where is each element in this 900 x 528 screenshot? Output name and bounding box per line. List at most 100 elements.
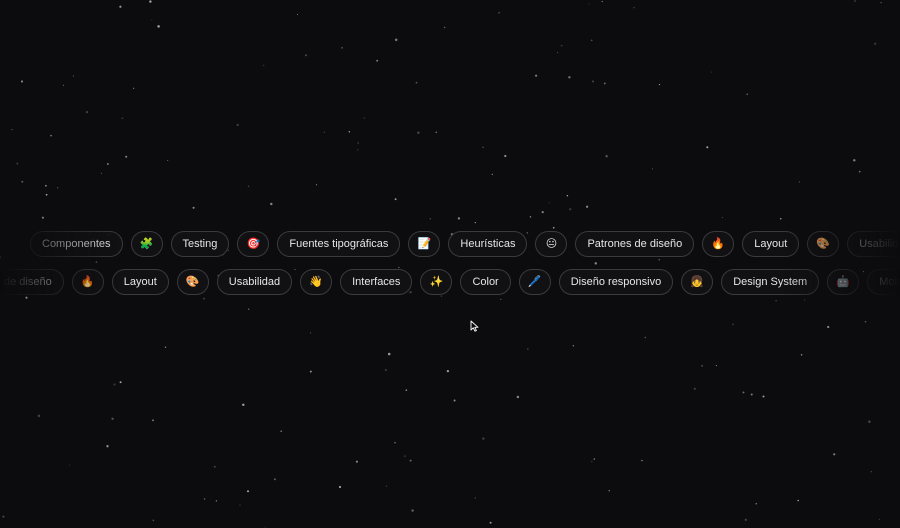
star-dot: [152, 519, 155, 522]
star-dot: [68, 464, 70, 466]
star-dot: [384, 368, 388, 372]
star-dot: [45, 185, 47, 187]
star-dot: [409, 459, 412, 462]
star-dot: [658, 259, 660, 261]
star-dot: [119, 5, 122, 8]
puzzle-icon: 🧩: [130, 231, 163, 257]
star-dot: [113, 383, 116, 386]
star-dot: [429, 218, 431, 220]
star-dot: [605, 155, 608, 158]
star-dot: [394, 441, 396, 444]
star-dot: [798, 181, 801, 183]
star-dot: [591, 80, 595, 83]
star-dot: [641, 459, 643, 462]
star-dot: [95, 261, 98, 263]
star-dot: [529, 216, 532, 218]
star-dot: [315, 184, 318, 186]
star-dot: [50, 134, 52, 137]
star-dot: [248, 308, 250, 310]
star-dot: [348, 131, 351, 133]
star-dot: [273, 478, 276, 481]
tag-pill: Patrones de diseño: [575, 231, 695, 257]
star-dot: [37, 414, 41, 418]
star-dot: [658, 83, 661, 86]
star-dot: [341, 46, 344, 49]
star-dot: [651, 168, 653, 170]
star-dot: [45, 193, 48, 196]
tag-track-1: Componentes 🧩 Testing 🎯 Fuentes tipográficas…: [30, 231, 900, 257]
star-dot: [203, 297, 205, 300]
star-dot: [25, 296, 28, 299]
star-dot: [11, 128, 13, 131]
pen-icon: 🖊️: [518, 269, 551, 295]
star-dot: [192, 206, 195, 209]
star-dot: [880, 2, 882, 4]
star-dot: [746, 93, 748, 95]
star-dot: [149, 0, 152, 3]
star-dot: [16, 162, 19, 165]
face-icon: 😐: [535, 231, 568, 257]
tag-pill: Fuentes tipográficas: [277, 231, 401, 257]
tag-pill: Usabilidad: [216, 269, 293, 295]
palette-icon: 🎨: [807, 231, 840, 257]
star-dot: [572, 345, 574, 347]
star-dot: [633, 7, 635, 9]
star-dot: [800, 354, 803, 356]
star-dot: [833, 453, 836, 456]
star-dot: [693, 387, 696, 390]
star-dot: [100, 172, 102, 174]
star-dot: [417, 131, 420, 134]
star-dot: [111, 417, 114, 421]
star-dot: [453, 399, 456, 402]
tag-pill: Diseño responsivo: [558, 269, 674, 295]
star-dot: [710, 71, 713, 73]
star-dot: [601, 0, 603, 3]
star-dot: [446, 369, 450, 373]
star-dot: [870, 471, 872, 473]
star-dot: [164, 346, 167, 348]
star-dot: [62, 84, 65, 86]
star-dot: [489, 521, 492, 524]
palette-icon: 🎨: [176, 269, 209, 295]
star-dot: [270, 202, 273, 206]
star-dot: [594, 262, 598, 265]
star-dot: [864, 320, 867, 323]
star-dot: [701, 365, 703, 367]
star-dot: [263, 64, 265, 66]
star-dot: [107, 163, 109, 165]
star-dot: [878, 518, 881, 521]
star-dot: [569, 208, 572, 211]
star-dot: [742, 391, 745, 394]
star-dot: [394, 38, 398, 42]
star-dot: [853, 159, 856, 162]
mouse-cursor-icon: [470, 320, 479, 332]
star-dot: [775, 299, 777, 302]
star-dot: [411, 509, 414, 512]
star-dot: [732, 323, 734, 326]
star-dot: [491, 173, 493, 176]
star-dot: [457, 217, 461, 220]
star-dot: [591, 460, 593, 463]
star-dot: [21, 180, 24, 183]
star-dot: [121, 117, 124, 120]
tag-pill: Usabilidad: [847, 231, 900, 257]
star-dot: [715, 365, 717, 367]
star-dot: [504, 154, 507, 158]
star-dot: [203, 498, 206, 500]
star-dot: [586, 205, 589, 208]
star-dot: [797, 499, 800, 502]
target-icon: 🎯: [237, 231, 270, 257]
tag-pill: Mobile first: [867, 269, 900, 295]
star-dot: [394, 198, 397, 201]
star-dot: [405, 389, 408, 391]
star-dot: [827, 325, 830, 329]
star-dot: [804, 299, 806, 301]
star-dot: [498, 11, 500, 14]
wave-icon: 👋: [300, 269, 333, 295]
star-dot: [603, 82, 606, 85]
star-dot: [323, 131, 325, 133]
star-dot: [72, 75, 75, 77]
star-dot: [387, 352, 391, 356]
star-dot: [363, 117, 366, 119]
star-dot: [755, 502, 758, 505]
